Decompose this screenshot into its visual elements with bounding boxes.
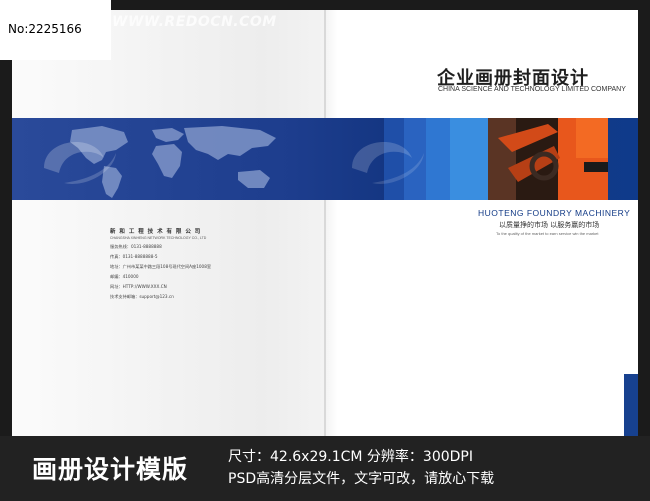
caption-title: 画册设计模版 [32, 455, 189, 484]
blue-corner-tab [624, 374, 638, 436]
world-map-graphic [70, 126, 276, 198]
caption-spec-file: PSD高清分层文件，文字可改，请放心下载 [228, 471, 495, 487]
slogan-english: To the quality of the market to earn ser… [496, 231, 599, 236]
cover-subtitle: CHINA SCIENCE AND TECHNOLOGY LIMITED COM… [438, 86, 626, 93]
id-label-box: No:2225166 [0, 0, 111, 60]
band-stripe-1 [384, 118, 404, 200]
site-watermark: WWW.REDOCN.COM [112, 14, 277, 30]
item-number: No:2225166 [8, 22, 82, 36]
spine-fold [324, 10, 326, 436]
contact-postcode: 邮编：410000 [110, 274, 139, 279]
contact-website: 网址：HTTP://WWW.XXX.CN [110, 284, 167, 289]
contact-fax: 传真：0131-8888888-5 [110, 254, 158, 259]
brochure-cover-spread: 企业画册封面设计 CHINA SCIENCE AND TECHNOLOGY LI… [12, 10, 638, 436]
company-name: 新 和 工 程 技 术 有 限 公 司 [110, 229, 202, 235]
contact-hotline: 服务热线：0131-8888888 [110, 244, 162, 249]
company-info-block: 新 和 工 程 技 术 有 限 公 司 CHANGSHA XINHENG NET… [110, 227, 211, 300]
contact-email: 技术支持邮箱：support@123.cn [110, 294, 174, 299]
company-name-english: CHANGSHA XINHENG NETWORK TECHNOLOGY CO.,… [110, 236, 207, 240]
machinery-photo [488, 118, 608, 200]
caption-spec-size: 尺寸：42.6x29.1CM 分辨率：300DPI [228, 449, 474, 465]
band-stripe-2 [404, 118, 426, 200]
slogan: 以质量挣的市场 以服务赢的市场 [499, 221, 600, 229]
band-stripe-3 [426, 118, 450, 200]
foundry-heading: HUOTENG FOUNDRY MACHINERY [478, 208, 631, 218]
blue-band [12, 118, 638, 200]
contact-address: 地址：广州市某某中路三段108号现代空间A座1008室 [110, 264, 212, 269]
band-stripe-4 [450, 118, 488, 200]
